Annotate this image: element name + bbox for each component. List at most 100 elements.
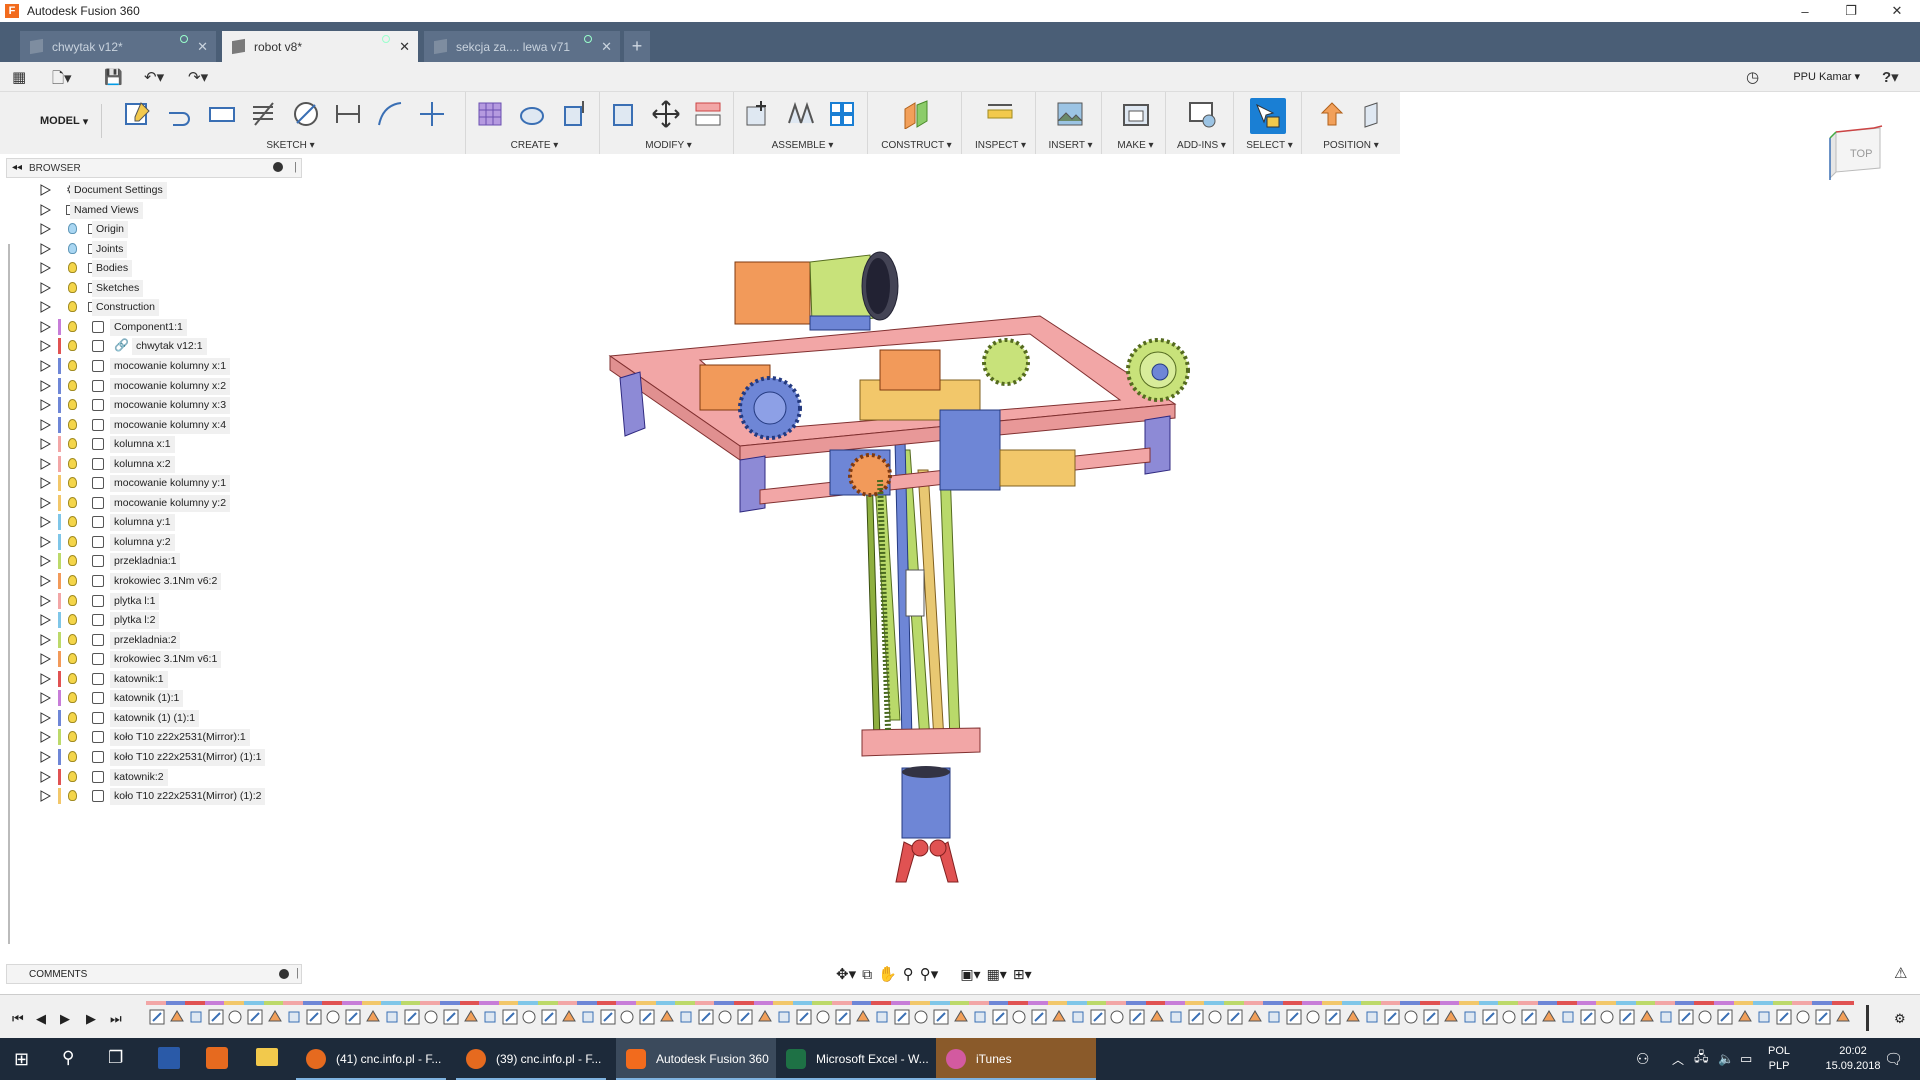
browser-item[interactable]: mocowanie kolumny x:4 <box>6 415 302 435</box>
browser-item[interactable]: krokowiec 3.1Nm v6:1 <box>6 649 302 669</box>
timeline-next-icon[interactable]: ▶ <box>86 1011 96 1027</box>
timeline-sketch-icon[interactable] <box>1678 1009 1694 1025</box>
visibility-bulb-icon[interactable] <box>68 418 77 430</box>
timeline-extrude-icon[interactable] <box>384 1009 400 1025</box>
timeline-feature-icon[interactable] <box>815 1009 831 1025</box>
expand-icon[interactable] <box>40 320 51 333</box>
timeline-sketch-icon[interactable] <box>247 1009 263 1025</box>
timeline-joint-icon[interactable] <box>1835 1009 1851 1025</box>
timeline-sketch-icon[interactable] <box>737 1009 753 1025</box>
timeline-feature-icon[interactable] <box>717 1009 733 1025</box>
timeline-sketch-icon[interactable] <box>149 1009 165 1025</box>
browser-item[interactable]: Joints <box>6 239 302 259</box>
visibility-bulb-icon[interactable] <box>68 457 77 469</box>
timeline-joint-icon[interactable] <box>267 1009 283 1025</box>
new-component-icon[interactable] <box>742 98 774 130</box>
browser-item[interactable]: krokowiec 3.1Nm v6:2 <box>6 571 302 591</box>
visibility-bulb-icon[interactable] <box>68 438 77 450</box>
expand-icon[interactable] <box>40 477 51 490</box>
browser-item[interactable]: kolumna y:1 <box>6 512 302 532</box>
timeline-feature-icon[interactable] <box>1207 1009 1223 1025</box>
browser-item[interactable]: mocowanie kolumny x:3 <box>6 395 302 415</box>
press-pull-icon[interactable] <box>608 98 640 130</box>
timeline-joint-icon[interactable] <box>953 1009 969 1025</box>
file-menu-icon[interactable]: 🗋▾ <box>52 68 72 93</box>
help-icon[interactable]: ?▾ <box>1882 68 1899 86</box>
timeline-joint-icon[interactable] <box>365 1009 381 1025</box>
timeline-joint-icon[interactable] <box>1737 1009 1753 1025</box>
timeline-feature-icon[interactable] <box>1011 1009 1027 1025</box>
new-tab-button[interactable]: + <box>624 31 650 62</box>
clock[interactable]: 20:02 15.09.2018 <box>1818 1038 1888 1080</box>
timeline-sketch-icon[interactable] <box>443 1009 459 1025</box>
timeline-sketch-icon[interactable] <box>1423 1009 1439 1025</box>
zoom-icon[interactable]: ⚲ <box>903 965 914 983</box>
close-button[interactable]: ✕ <box>1874 0 1920 22</box>
timeline-play-icon[interactable]: ▶ <box>60 1011 70 1027</box>
make-menu[interactable]: MAKE ▾ <box>1106 140 1165 151</box>
sketch-menu[interactable]: SKETCH ▾ <box>116 140 465 151</box>
timeline-feature-icon[interactable] <box>619 1009 635 1025</box>
expand-icon[interactable] <box>40 711 51 724</box>
timeline-previous-icon[interactable]: ◀ <box>36 1011 46 1027</box>
timeline-extrude-icon[interactable] <box>874 1009 890 1025</box>
circle-icon[interactable] <box>290 98 322 130</box>
visibility-bulb-icon[interactable] <box>68 301 77 313</box>
visibility-bulb-icon[interactable] <box>68 477 77 489</box>
browser-item[interactable]: kolumna x:1 <box>6 434 302 454</box>
timeline-sketch-icon[interactable] <box>1580 1009 1596 1025</box>
expand-icon[interactable] <box>40 438 51 450</box>
move-icon[interactable] <box>650 98 682 130</box>
visibility-bulb-icon[interactable] <box>68 262 77 274</box>
browser-item[interactable]: koło T10 z22x2531(Mirror) (1):1 <box>6 747 302 767</box>
expand-icon[interactable] <box>40 790 51 802</box>
timeline-sketch-icon[interactable] <box>1482 1009 1498 1025</box>
timeline-feature-icon[interactable] <box>1305 1009 1321 1025</box>
measure-icon[interactable] <box>984 98 1016 130</box>
people-icon[interactable]: ⚇ <box>1636 1038 1649 1080</box>
browser-item[interactable]: mocowanie kolumny y:2 <box>6 493 302 513</box>
tab-chwytak[interactable]: chwytak v12* ✕ <box>20 31 216 62</box>
point-icon[interactable] <box>416 98 448 130</box>
browser-item[interactable]: mocowanie kolumny y:1 <box>6 473 302 493</box>
select-arrow-icon[interactable] <box>1250 98 1286 134</box>
revolve-icon[interactable] <box>516 98 548 130</box>
timeline-sketch-icon[interactable] <box>208 1009 224 1025</box>
visibility-bulb-icon[interactable] <box>68 555 77 567</box>
browser-item[interactable]: przekladnia:2 <box>6 630 302 650</box>
timeline-extrude-icon[interactable] <box>1658 1009 1674 1025</box>
display-settings-icon[interactable]: ▣▾ <box>960 966 980 983</box>
timeline-extrude-icon[interactable] <box>580 1009 596 1025</box>
position-menu[interactable]: POSITION ▾ <box>1306 140 1396 151</box>
job-status-clock-icon[interactable]: ◷ <box>1746 68 1759 86</box>
timeline-sketch-icon[interactable] <box>541 1009 557 1025</box>
timeline-sketch-icon[interactable] <box>1188 1009 1204 1025</box>
expand-icon[interactable] <box>40 555 51 568</box>
timeline-feature-icon[interactable] <box>1795 1009 1811 1025</box>
view-cube[interactable]: TOP <box>1826 124 1886 184</box>
visibility-bulb-icon[interactable] <box>68 399 77 411</box>
timeline-sketch-icon[interactable] <box>698 1009 714 1025</box>
timeline-extrude-icon[interactable] <box>188 1009 204 1025</box>
undo-icon[interactable]: ↶▾ <box>144 68 164 86</box>
comments-pin-icon[interactable]: | <box>296 967 299 979</box>
workspace-switcher[interactable]: MODEL ▾ <box>14 104 102 138</box>
expand-icon[interactable] <box>40 340 51 353</box>
timeline-extrude-icon[interactable] <box>1070 1009 1086 1025</box>
visibility-bulb-icon[interactable] <box>68 223 77 235</box>
tray-chevron-icon[interactable]: ︿ <box>1672 1038 1684 1080</box>
timeline-feature-icon[interactable] <box>325 1009 341 1025</box>
windows-start-icon[interactable]: ⊞ <box>14 1049 29 1070</box>
add-comment-icon[interactable] <box>279 969 289 979</box>
modify-menu[interactable]: MODIFY ▾ <box>604 140 733 151</box>
timeline-sketch-icon[interactable] <box>502 1009 518 1025</box>
file-explorer-icon[interactable] <box>256 1048 278 1066</box>
timeline-sketch-icon[interactable] <box>1286 1009 1302 1025</box>
project-icon[interactable] <box>248 98 280 130</box>
grid-settings-icon[interactable]: ▦▾ <box>987 966 1007 983</box>
timeline-feature-icon[interactable] <box>521 1009 537 1025</box>
timeline-feature-icon[interactable] <box>1599 1009 1615 1025</box>
expand-icon[interactable] <box>40 751 51 763</box>
visibility-bulb-icon[interactable] <box>68 770 77 782</box>
save-icon[interactable]: 💾 <box>104 68 123 86</box>
